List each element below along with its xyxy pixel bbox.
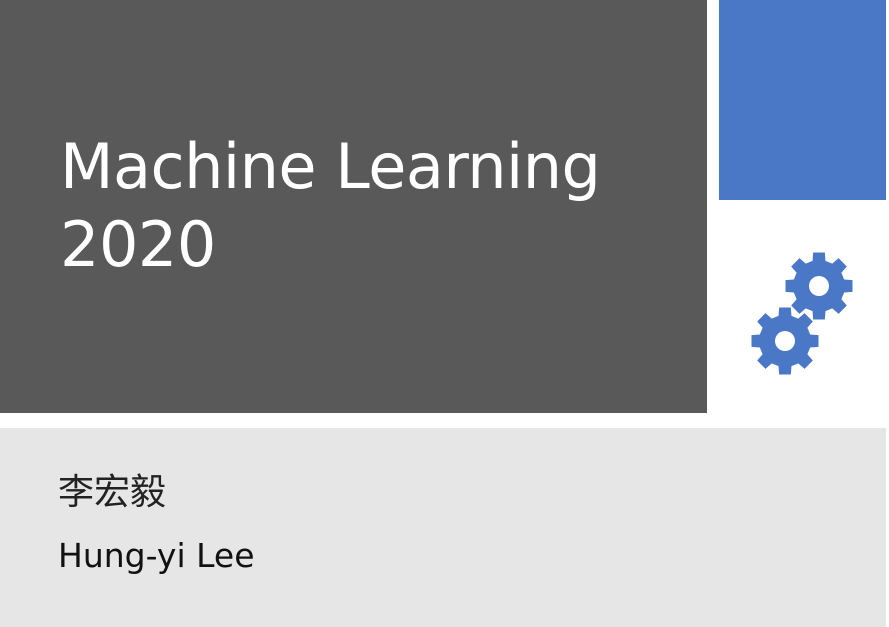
gear-shape xyxy=(785,252,853,320)
title-panel: Machine Learning 2020 xyxy=(0,0,707,413)
title-year: 2020 xyxy=(60,208,216,281)
gears-icon xyxy=(751,252,853,375)
slide-title: Machine Learning 2020 xyxy=(60,128,601,284)
author-panel xyxy=(0,428,886,627)
author-name-english: Hung-yi Lee xyxy=(58,536,255,575)
title-line: Machine Learning xyxy=(60,130,601,203)
author-name-chinese: 李宏毅 xyxy=(58,472,167,513)
accent-block xyxy=(719,0,886,200)
gear-shape xyxy=(751,307,819,375)
slide: Machine Learning 2020 李宏毅 Hung-yi Lee xyxy=(0,0,889,627)
gear-icon xyxy=(785,252,853,320)
gear-icon xyxy=(751,307,819,375)
